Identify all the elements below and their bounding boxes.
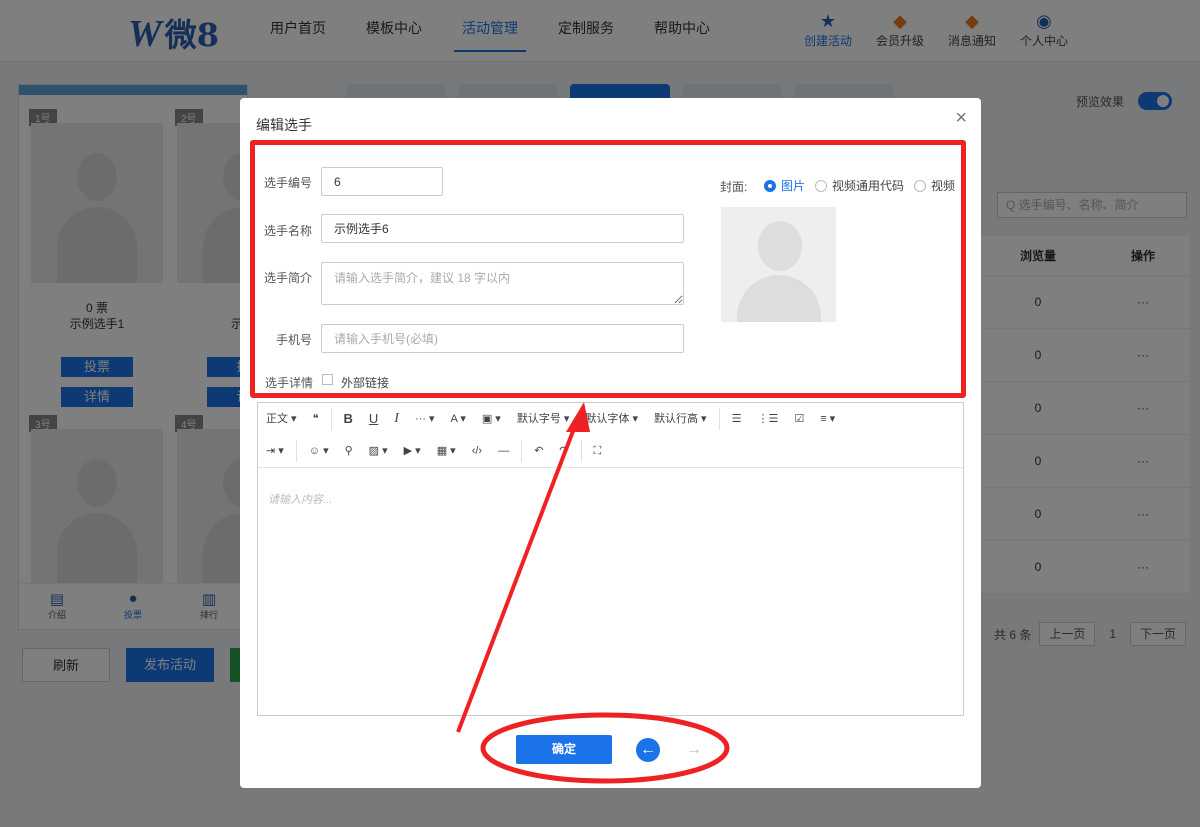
font-color-icon[interactable]: A ▾ [443, 408, 474, 430]
code-icon[interactable]: ‹/› [464, 440, 490, 462]
arrow-left-icon[interactable]: ← [636, 738, 660, 762]
bullet-list-icon[interactable]: ☰ [724, 408, 750, 430]
editor-content-area[interactable]: 请输入内容... [268, 491, 332, 507]
italic-icon[interactable]: I [386, 408, 407, 430]
toolbar-divider [295, 440, 297, 462]
indent-icon[interactable]: ⇥ ▾ [258, 440, 292, 462]
divider-icon[interactable]: — [490, 440, 517, 462]
line-height-select[interactable]: 默认行高 ▾ [646, 408, 715, 430]
toolbar-divider [718, 408, 720, 430]
fullscreen-icon[interactable]: ⛶ [586, 440, 610, 462]
editor-toolbar: 正文 ▾ ❝ B U I ··· ▾ A ▾ ▣ ▾ 默认字号 ▾ 默认字体 ▾… [258, 403, 963, 468]
undo-icon[interactable]: ↶ [526, 440, 551, 462]
toolbar-row: 正文 ▾ ❝ B U I ··· ▾ A ▾ ▣ ▾ 默认字号 ▾ 默认字体 ▾… [258, 403, 843, 435]
todo-icon[interactable]: ☑ [786, 408, 812, 430]
annotation-highlight-box [250, 140, 966, 398]
link-icon[interactable]: ⚲ [337, 440, 361, 462]
toolbar-divider [580, 440, 582, 462]
redo-icon[interactable]: ↷ [551, 440, 576, 462]
font-size-select[interactable]: 默认字号 ▾ [509, 408, 578, 430]
align-icon[interactable]: ≡ ▾ [812, 408, 843, 430]
underline-icon[interactable]: U [361, 408, 386, 430]
numbered-list-icon[interactable]: ⋮☰ [749, 408, 786, 430]
quote-icon[interactable]: ❝ [305, 408, 327, 430]
confirm-button[interactable]: 确定 [516, 735, 612, 764]
toolbar-divider [330, 408, 332, 430]
background-color-icon[interactable]: ▣ ▾ [474, 408, 509, 430]
font-family-select[interactable]: 默认字体 ▾ [577, 408, 646, 430]
table-icon[interactable]: ▦ ▾ [429, 440, 464, 462]
toolbar-row: ⇥ ▾ ☺ ▾ ⚲ ▨ ▾ ▶ ▾ ▦ ▾ ‹/› — ↶ ↷ ⛶ [258, 435, 609, 467]
emoji-icon[interactable]: ☺ ▾ [301, 440, 337, 462]
image-icon[interactable]: ▨ ▾ [361, 440, 396, 462]
rich-text-editor: 正文 ▾ ❝ B U I ··· ▾ A ▾ ▣ ▾ 默认字号 ▾ 默认字体 ▾… [257, 402, 964, 716]
bold-icon[interactable]: B [336, 408, 361, 430]
dialog-title: 编辑选手 [256, 117, 312, 133]
video-icon[interactable]: ▶ ▾ [396, 440, 429, 462]
paragraph-format-select[interactable]: 正文 ▾ [258, 408, 305, 430]
arrow-right-icon[interactable]: → [682, 738, 706, 762]
more-styles-icon[interactable]: ··· ▾ [407, 408, 443, 430]
close-icon[interactable]: × [955, 108, 967, 128]
toolbar-divider [521, 440, 523, 462]
